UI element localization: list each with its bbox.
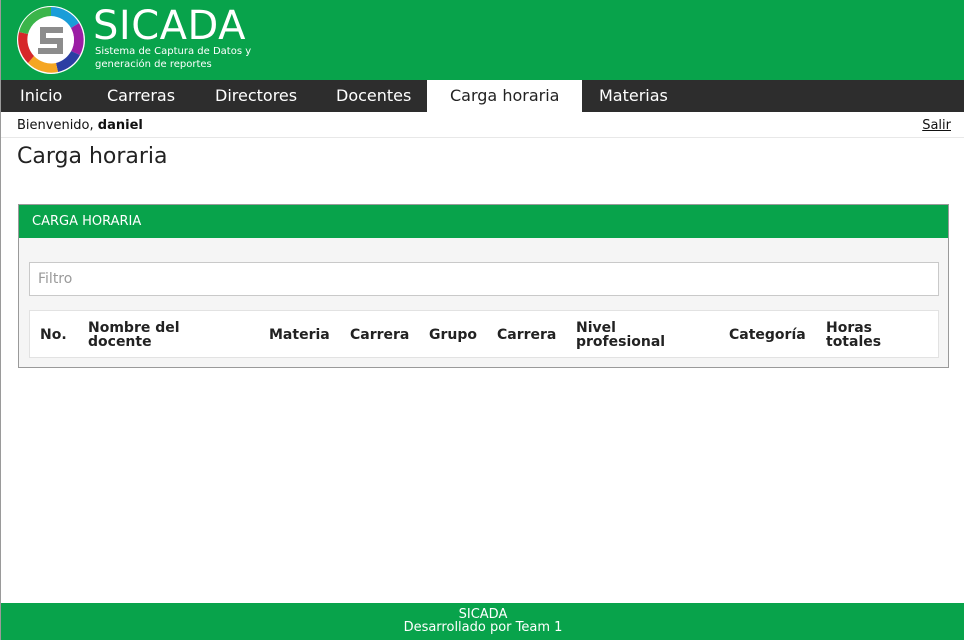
app-subtitle: Sistema de Captura de Datos y generación… — [95, 45, 251, 71]
app-footer: SICADA Desarrollado por Team 1 — [1, 603, 964, 640]
carga-horaria-table: No. Nombre del docente Materia Carrera G… — [29, 310, 939, 358]
footer-app-name: SICADA — [458, 607, 508, 622]
col-header-horas-line2: totales — [826, 334, 882, 350]
page-title: Carga horaria — [17, 144, 168, 169]
welcome-greeting: Bienvenido, — [17, 118, 94, 133]
nav-item-inicio[interactable]: Inicio — [1, 80, 87, 112]
app-subtitle-line1: Sistema de Captura de Datos y — [95, 46, 252, 57]
app-title: SICADA — [93, 3, 246, 49]
col-header-carrera[interactable]: Carrera — [350, 328, 409, 342]
col-header-no[interactable]: No. — [40, 328, 67, 342]
col-header-categoria-label: Categoría — [729, 327, 806, 343]
user-bar: Bienvenido, daniel Salir — [1, 112, 964, 138]
col-header-horas-totales[interactable]: Horas totales — [826, 321, 881, 349]
col-header-grupo-label: Grupo — [429, 327, 478, 343]
col-header-carrera-2[interactable]: Carrera — [497, 328, 556, 342]
carga-horaria-panel: CARGA HORARIA No. Nombre del docente Mat… — [18, 204, 949, 368]
col-header-horas-line1: Horas — [826, 320, 873, 336]
col-header-grupo[interactable]: Grupo — [429, 328, 477, 342]
nav-item-directores[interactable]: Directores — [195, 80, 316, 112]
col-header-no-label: No. — [40, 327, 67, 343]
col-header-nombre-line1: Nombre del — [88, 320, 180, 336]
col-header-nombre-line2: docente — [88, 334, 152, 350]
panel-heading: CARGA HORARIA — [19, 205, 948, 238]
logout-link[interactable]: Salir — [922, 118, 951, 133]
col-header-nivel-line1: Nivel — [576, 320, 616, 336]
col-header-materia-label: Materia — [269, 327, 330, 343]
nav-item-carga-horaria[interactable]: Carga horaria — [427, 80, 582, 112]
col-header-categoria[interactable]: Categoría — [729, 328, 806, 342]
sicada-logo-icon — [17, 6, 85, 74]
col-header-nombre-docente[interactable]: Nombre del docente — [88, 321, 180, 349]
col-header-carrera-2-label: Carrera — [497, 327, 557, 343]
welcome-message: Bienvenido, daniel — [17, 118, 143, 133]
app-header: SICADA Sistema de Captura de Datos y gen… — [1, 0, 964, 80]
nav-item-carreras[interactable]: Carreras — [87, 80, 195, 112]
app-subtitle-line2: generación de reportes — [95, 59, 212, 70]
filter-input[interactable] — [29, 262, 939, 296]
welcome-username: daniel — [97, 118, 143, 133]
col-header-nivel-line2: profesional — [576, 334, 666, 350]
footer-credits: Desarrollado por Team 1 — [403, 620, 563, 635]
col-header-nivel-profesional[interactable]: Nivel profesional — [576, 321, 665, 349]
col-header-carrera-label: Carrera — [350, 327, 410, 343]
nav-item-docentes[interactable]: Docentes — [316, 80, 427, 112]
nav-item-materias[interactable]: Materias — [582, 80, 692, 112]
main-nav: Inicio Carreras Directores Docentes Carg… — [1, 80, 964, 112]
col-header-materia[interactable]: Materia — [269, 328, 330, 342]
